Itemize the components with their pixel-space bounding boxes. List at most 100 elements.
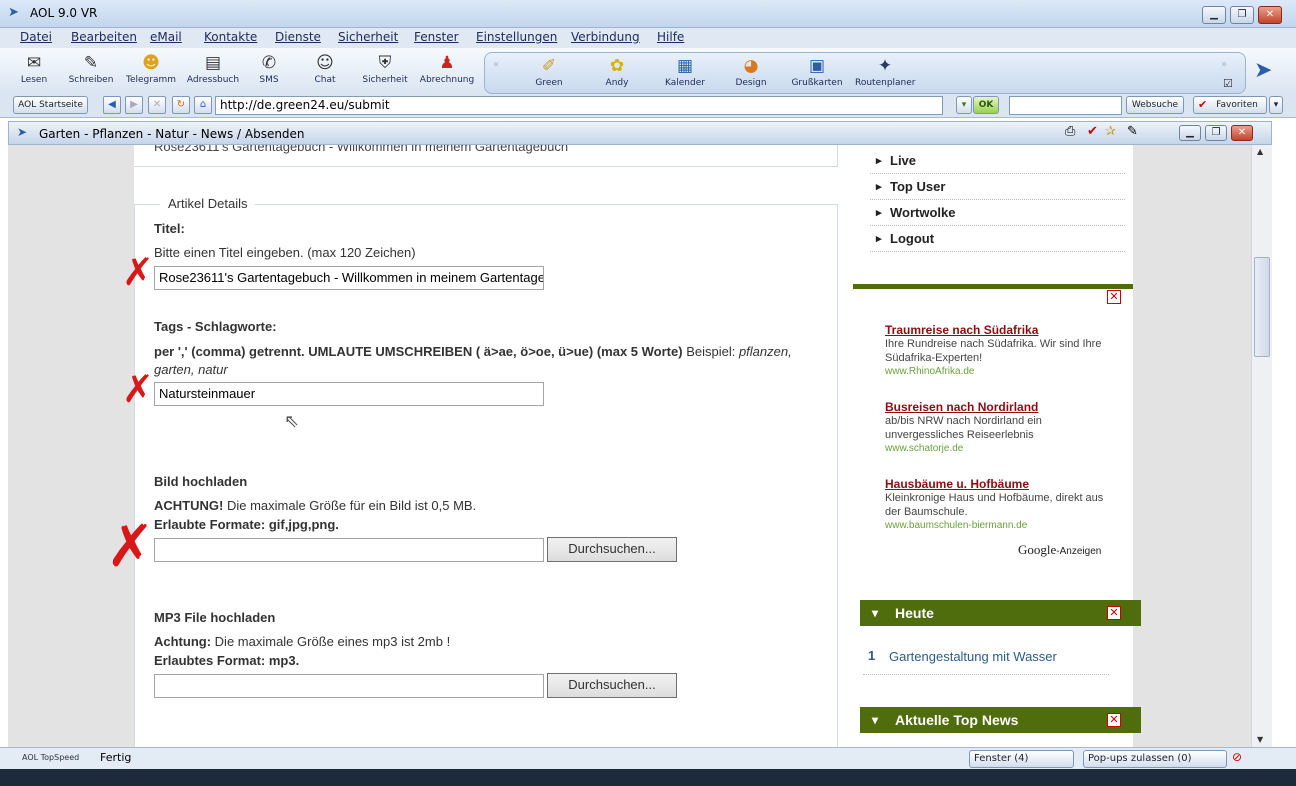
toolbar-chat-label: Chat <box>314 75 336 85</box>
heute-item-link[interactable]: Gartengestaltung mit Wasser <box>889 649 1057 664</box>
menu-email[interactable]: eMail <box>150 30 182 44</box>
bild-warning-bold: ACHTUNG! <box>154 498 224 513</box>
window-title: AOL 9.0 VR <box>30 6 98 20</box>
favoriten-button[interactable]: ✔ Favoriten <box>1193 96 1267 114</box>
tags-input[interactable]: Natursteinmauer <box>154 382 544 406</box>
quick-kalender-button[interactable]: ▦ Kalender <box>655 53 715 88</box>
page-minimize-button[interactable]: ▁ <box>1179 125 1201 141</box>
ad-2-title[interactable]: Busreisen nach Nordirland <box>885 400 1115 414</box>
quick-routenplaner-button[interactable]: ✦ Routenplaner <box>855 53 916 88</box>
red-x-mark-titel: ✗ <box>122 250 154 294</box>
menu-dienste[interactable]: Dienste <box>275 30 321 44</box>
page-restore-button[interactable]: ❐ <box>1205 125 1227 141</box>
user-icon: ♟ <box>439 53 455 73</box>
toolbar-sicherheit-button[interactable]: ⛨ Sicherheit <box>355 50 415 85</box>
mp3-browse-button[interactable]: Durchsuchen... <box>547 673 677 698</box>
sidebar-item-logout[interactable]: Logout <box>870 226 1125 252</box>
heute-divider <box>863 674 1109 675</box>
stop-icon[interactable]: ✕ <box>148 96 166 114</box>
ad-1-title[interactable]: Traumreise nach Südafrika <box>885 323 1115 337</box>
quick-green-button[interactable]: ✐ Green <box>519 53 579 88</box>
scroll-down-icon[interactable]: ▼ <box>1257 735 1263 744</box>
aim-icon: ☻ <box>142 53 160 73</box>
restore-button[interactable]: ❐ <box>1230 6 1254 24</box>
close-button[interactable]: ✕ <box>1258 6 1282 24</box>
menu-kontakte[interactable]: Kontakte <box>204 30 257 44</box>
spellcheck-icon[interactable]: ✔ <box>1087 124 1098 139</box>
favoriten-dropdown-icon[interactable]: ▾ <box>1269 96 1283 114</box>
favorite-add-icon[interactable]: ✰ <box>1105 124 1116 139</box>
toolbar-chat-button[interactable]: ☺ Chat <box>295 50 355 85</box>
ad-3-text: Kleinkronige Haus und Hofbäume, direkt a… <box>885 492 1104 518</box>
heute-close-icon[interactable]: ✕ <box>1107 606 1121 620</box>
ok-button[interactable]: OK <box>973 96 999 114</box>
menu-bearbeiten[interactable]: Bearbeiten <box>71 30 137 44</box>
print-icon[interactable]: ⎙ <box>1065 124 1075 139</box>
toolbar-lesen-label: Lesen <box>20 75 48 85</box>
toolbar-telegramm-button[interactable]: ☻ Telegramm <box>121 50 181 85</box>
url-input[interactable]: http://de.green24.eu/submit <box>215 96 943 115</box>
popup-blocker-icon[interactable]: ⊘ <box>1232 750 1242 764</box>
menu-verbindung[interactable]: Verbindung <box>571 30 640 44</box>
ad-1-url[interactable]: www.RhinoAfrika.de <box>885 365 1115 379</box>
fenster-dropdown[interactable]: Fenster (4) <box>969 750 1074 768</box>
ad-2-url[interactable]: www.schatorje.de <box>885 442 1115 456</box>
palette-icon: ◕ <box>743 56 759 76</box>
forward-icon[interactable]: ▶ <box>125 96 143 114</box>
write-mail-icon[interactable]: ✎ <box>1127 124 1138 139</box>
quick-routenplaner-label: Routenplaner <box>855 78 916 88</box>
reload-icon[interactable]: ↻ <box>172 96 190 114</box>
vertical-scrollbar[interactable]: ▲ ▼ <box>1251 145 1272 747</box>
quick-andy-label: Andy <box>605 78 629 88</box>
scrollbar-thumb[interactable] <box>1254 257 1270 357</box>
sidebar-item-wortwolke[interactable]: Wortwolke <box>870 200 1125 226</box>
toolbar-sms-button[interactable]: ✆ SMS <box>239 50 299 85</box>
bild-file-input[interactable] <box>154 538 544 562</box>
envelope-icon: ✉ <box>26 53 42 73</box>
mouse-cursor-icon: ⇖ <box>284 411 300 431</box>
bild-browse-button[interactable]: Durchsuchen... <box>547 537 677 562</box>
mp3-warning-bold: Achtung: <box>154 634 212 649</box>
url-dropdown-icon[interactable]: ▾ <box>956 96 972 114</box>
toolbar-lesen-button[interactable]: ✉ Lesen <box>4 50 64 85</box>
minimize-button[interactable]: ▁ <box>1202 6 1226 24</box>
quick-andy-button[interactable]: ✿ Andy <box>587 53 647 88</box>
popups-dropdown[interactable]: Pop-ups zulassen (0) <box>1083 750 1227 768</box>
checkbox-icon[interactable]: ☑ <box>1223 77 1233 90</box>
home-icon[interactable]: ⌂ <box>194 96 212 114</box>
menu-fenster[interactable]: Fenster <box>414 30 459 44</box>
sidebar-item-live[interactable]: Live <box>870 148 1125 174</box>
toolbar-adressbuch-label: Adressbuch <box>186 75 240 85</box>
websuche-input[interactable] <box>1009 96 1122 115</box>
heute-header[interactable]: Heute <box>860 600 1141 626</box>
google-anzeigen[interactable]: Google-Anzeigen <box>1018 542 1101 558</box>
scroll-right-icon[interactable]: » <box>1221 59 1227 70</box>
ad-3-url[interactable]: www.baumschulen-biermann.de <box>885 519 1115 533</box>
ad-3-title[interactable]: Hausbäume u. Hofbäume <box>885 477 1115 491</box>
toolbar-adressbuch-button[interactable]: ▤ Adressbuch <box>183 50 243 85</box>
titel-input[interactable]: Rose23611's Gartentagebuch - Willkommen … <box>154 266 544 290</box>
calendar-icon: ▦ <box>676 56 694 76</box>
menu-hilfe[interactable]: Hilfe <box>657 30 684 44</box>
toolbar-abrechnung-button[interactable]: ♟ Abrechnung <box>417 50 477 85</box>
tags-hint-example-label: Beispiel: <box>686 344 736 359</box>
menu-einstellungen[interactable]: Einstellungen <box>476 30 557 44</box>
top-news-close-icon[interactable]: ✕ <box>1107 713 1121 727</box>
mp3-file-input[interactable] <box>154 674 544 698</box>
toolbar-schreiben-button[interactable]: ✎ Schreiben <box>61 50 121 85</box>
scroll-left-icon[interactable]: « <box>493 59 499 70</box>
scroll-up-icon[interactable]: ▲ <box>1257 147 1263 156</box>
flower-icon: ✿ <box>609 56 625 76</box>
aol-startseite-button[interactable]: AOL Startseite <box>13 96 88 114</box>
quick-grusskarten-button[interactable]: ▣ Grußkarten <box>787 53 847 88</box>
windows-taskbar <box>0 769 1296 786</box>
quick-design-button[interactable]: ◕ Design <box>721 53 781 88</box>
top-news-header[interactable]: Aktuelle Top News <box>860 707 1141 733</box>
sidebar-item-top-user[interactable]: Top User <box>870 174 1125 200</box>
websuche-button[interactable]: Websuche <box>1126 96 1184 114</box>
ad-close-icon[interactable]: ✕ <box>1107 290 1121 304</box>
back-icon[interactable]: ◀ <box>103 96 121 114</box>
menu-datei[interactable]: Datei <box>20 30 52 44</box>
menu-sicherheit[interactable]: Sicherheit <box>338 30 398 44</box>
page-close-button[interactable]: ✕ <box>1231 125 1253 141</box>
